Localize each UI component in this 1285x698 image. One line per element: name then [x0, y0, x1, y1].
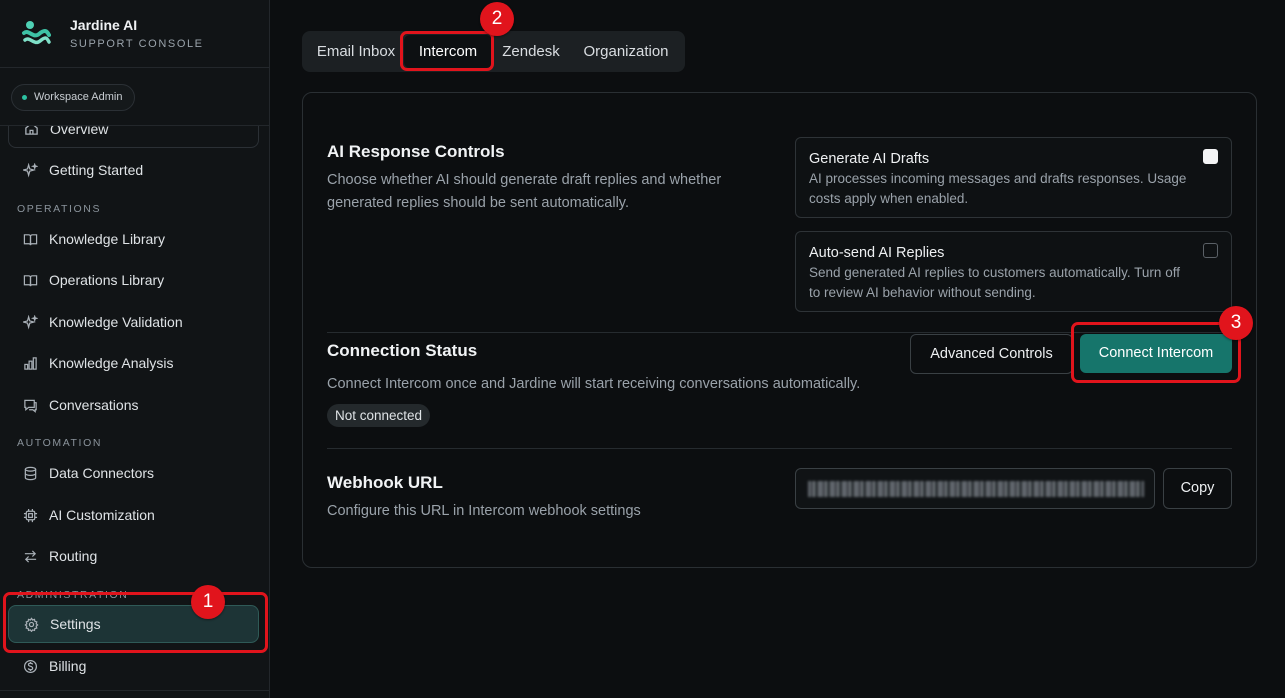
- tab-organization[interactable]: Organization: [572, 35, 680, 68]
- sidebar-item-label: Knowledge Library: [49, 231, 165, 247]
- brand-subtitle: SUPPORT CONSOLE: [70, 38, 204, 50]
- status-dot-icon: [22, 95, 27, 100]
- bar-chart-icon: [22, 355, 38, 371]
- sidebar-item-knowledge-analysis[interactable]: Knowledge Analysis: [8, 344, 259, 382]
- book-icon: [22, 231, 38, 247]
- sidebar-item-label: Data Connectors: [49, 465, 155, 481]
- copy-webhook-button[interactable]: Copy: [1163, 468, 1232, 509]
- role-badge-label: Workspace Admin: [34, 91, 123, 103]
- option-auto-send-ai-replies: Auto-send AI Replies Send generated AI r…: [795, 231, 1232, 312]
- sidebar-item-label: Knowledge Analysis: [49, 355, 174, 371]
- sidebar-item-knowledge-library[interactable]: Knowledge Library: [8, 220, 259, 258]
- sidebar-item-operations-library[interactable]: Operations Library: [8, 261, 259, 299]
- tab-email-inbox[interactable]: Email Inbox: [310, 35, 402, 68]
- sidebar-item-label: Conversations: [49, 397, 139, 413]
- generate-ai-drafts-checkbox[interactable]: [1203, 149, 1218, 164]
- option-description: AI processes incoming messages and draft…: [809, 171, 1187, 206]
- redacted-url-value: [808, 481, 1144, 497]
- jardine-logo-icon: [22, 21, 51, 45]
- webhook-url-field[interactable]: [795, 468, 1155, 509]
- sidebar-item-label: Routing: [49, 548, 98, 564]
- sidebar-divider: [0, 690, 269, 691]
- option-generate-ai-drafts: Generate AI Drafts AI processes incoming…: [795, 137, 1232, 218]
- database-icon: [22, 465, 38, 481]
- sidebar-item-routing[interactable]: Routing: [8, 537, 259, 575]
- workspace-role-badge: Workspace Admin: [11, 84, 136, 111]
- connection-status-title: Connection Status: [327, 341, 478, 360]
- tab-zendesk[interactable]: Zendesk: [495, 35, 567, 68]
- brand-name: Jardine AI: [70, 17, 138, 33]
- sidebar-item-ai-customization[interactable]: AI Customization: [8, 496, 259, 534]
- step-marker-2: 2: [480, 2, 514, 36]
- webhook-url-description: Configure this URL in Intercom webhook s…: [327, 503, 641, 519]
- chip-icon: [22, 507, 38, 523]
- section-label-operations: OPERATIONS: [17, 203, 102, 215]
- connection-status-badge: Not connected: [327, 404, 431, 427]
- connection-status-description: Connect Intercom once and Jardine will s…: [327, 376, 861, 392]
- sidebar-item-getting-started[interactable]: Getting Started: [8, 151, 259, 189]
- highlight-connect-intercom: [1071, 322, 1241, 383]
- highlight-intercom-tab: [400, 31, 494, 71]
- advanced-controls-button[interactable]: Advanced Controls: [910, 334, 1073, 374]
- ai-controls-description: Choose whether AI should generate draft …: [327, 172, 722, 211]
- sidebar-item-label: AI Customization: [49, 507, 155, 523]
- sidebar-item-overview[interactable]: Overview: [8, 125, 259, 148]
- option-title: Generate AI Drafts: [809, 151, 930, 167]
- option-description: Send generated AI replies to customers a…: [809, 265, 1180, 300]
- home-icon: [23, 126, 39, 137]
- step-marker-3: 3: [1219, 306, 1253, 340]
- sparkle-icon: [22, 162, 38, 178]
- chat-icon: [22, 397, 38, 413]
- sidebar-item-label: Knowledge Validation: [49, 314, 183, 330]
- dollar-icon: [22, 658, 38, 674]
- ai-controls-title: AI Response Controls: [327, 142, 505, 161]
- highlight-settings: [3, 592, 268, 653]
- book-icon: [22, 272, 38, 288]
- sidebar-item-knowledge-validation[interactable]: Knowledge Validation: [8, 303, 259, 341]
- step-marker-1: 1: [191, 585, 225, 619]
- section-divider: [327, 448, 1232, 449]
- sidebar-item-label: Billing: [49, 658, 87, 674]
- sidebar-item-conversations[interactable]: Conversations: [8, 386, 259, 424]
- sidebar-item-label: Getting Started: [49, 162, 144, 178]
- webhook-url-title: Webhook URL: [327, 473, 443, 492]
- auto-send-ai-replies-checkbox[interactable]: [1203, 243, 1218, 258]
- brand-header: Jardine AI SUPPORT CONSOLE: [0, 0, 269, 68]
- sparkle-icon: [22, 314, 38, 330]
- sidebar-item-label: Operations Library: [49, 272, 165, 288]
- sidebar-item-data-connectors[interactable]: Data Connectors: [8, 454, 259, 492]
- arrows-icon: [22, 548, 38, 564]
- option-title: Auto-send AI Replies: [809, 245, 945, 261]
- sidebar-item-label: Overview: [50, 125, 109, 137]
- section-label-automation: AUTOMATION: [17, 437, 103, 449]
